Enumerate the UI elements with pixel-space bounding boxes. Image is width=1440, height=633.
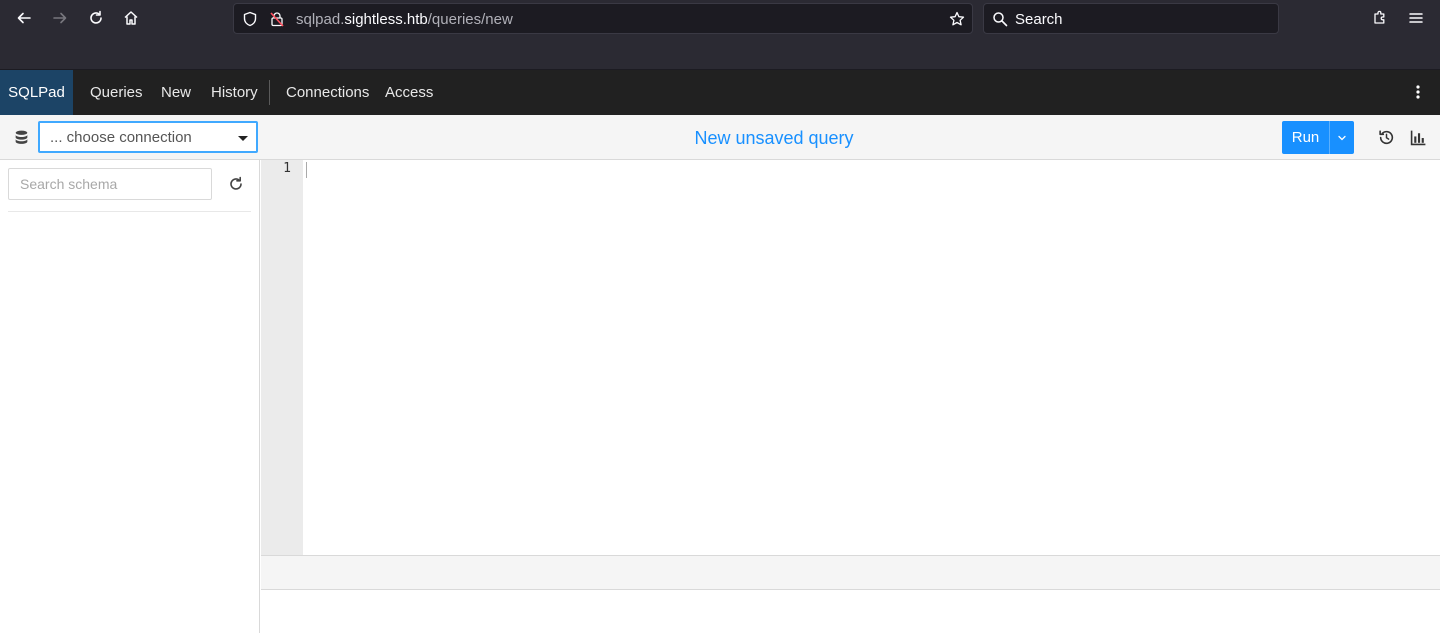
more-menu-button[interactable] <box>1408 82 1428 102</box>
extensions-button[interactable] <box>1366 4 1394 32</box>
editor-gutter: 1 <box>261 160 303 555</box>
chart-toggle-button[interactable] <box>1409 128 1427 146</box>
line-number: 1 <box>283 161 291 176</box>
puzzle-icon <box>1374 10 1385 24</box>
back-button[interactable] <box>10 4 38 32</box>
schema-search-input[interactable] <box>8 168 212 200</box>
url-host: sightless.htb <box>344 11 428 28</box>
browser-search-placeholder: Search <box>1015 11 1063 28</box>
query-history-button[interactable] <box>1377 128 1395 146</box>
refresh-schema-icon[interactable] <box>228 176 244 192</box>
nav-link-connections[interactable]: Connections <box>286 84 369 101</box>
reload-button[interactable] <box>82 4 110 32</box>
kebab-menu-icon <box>1416 85 1420 99</box>
nav-divider <box>269 80 270 105</box>
nav-link-queries[interactable]: Queries <box>90 84 143 101</box>
database-icon[interactable] <box>13 129 30 146</box>
browser-toolbar: sqlpad.sightless.htb/queries/new Search <box>0 0 1440 70</box>
app-navbar: SQLPad Queries New History Connections A… <box>0 70 1440 115</box>
url-bar[interactable]: sqlpad.sightless.htb/queries/new <box>233 3 973 34</box>
browser-search-bar[interactable]: Search <box>983 3 1279 34</box>
query-title[interactable]: New unsaved query <box>674 128 874 149</box>
bar-chart-icon <box>1410 130 1425 145</box>
caret-down-icon <box>238 136 248 141</box>
history-icon <box>1378 129 1393 144</box>
connection-select-placeholder: ... choose connection <box>50 129 192 146</box>
home-button[interactable] <box>117 4 145 32</box>
run-button[interactable]: Run <box>1282 121 1329 154</box>
insecure-lock-icon[interactable] <box>269 11 285 27</box>
nav-link-new[interactable]: New <box>161 84 191 101</box>
url-text[interactable]: sqlpad.sightless.htb/queries/new <box>296 11 513 28</box>
url-prefix: sqlpad. <box>296 11 345 28</box>
connection-select[interactable]: ... choose connection <box>38 121 258 153</box>
reload-icon <box>90 10 102 24</box>
nav-link-history[interactable]: History <box>211 84 258 101</box>
chevron-down-icon <box>1338 135 1346 140</box>
nav-link-access[interactable]: Access <box>385 84 433 101</box>
search-icon <box>993 12 1008 27</box>
results-header <box>261 555 1440 590</box>
app-menu-button[interactable] <box>1402 4 1430 32</box>
hamburger-icon <box>1409 13 1423 23</box>
text-cursor <box>306 162 307 178</box>
arrow-left-icon <box>17 12 31 24</box>
url-path: /queries/new <box>427 11 513 28</box>
sql-editor[interactable]: 1 <box>261 160 1440 555</box>
arrow-right-icon <box>53 12 67 24</box>
shield-icon[interactable] <box>242 11 258 27</box>
results-panel <box>261 590 1440 633</box>
query-toolbar: ... choose connection New unsaved query … <box>0 115 1440 160</box>
sidebar-divider <box>8 211 251 212</box>
forward-button[interactable] <box>46 4 74 32</box>
run-options-button[interactable] <box>1329 121 1354 154</box>
bookmark-star-icon[interactable] <box>949 11 965 27</box>
schema-sidebar <box>0 160 260 633</box>
brand-logo[interactable]: SQLPad <box>0 70 73 115</box>
home-icon <box>124 11 138 25</box>
